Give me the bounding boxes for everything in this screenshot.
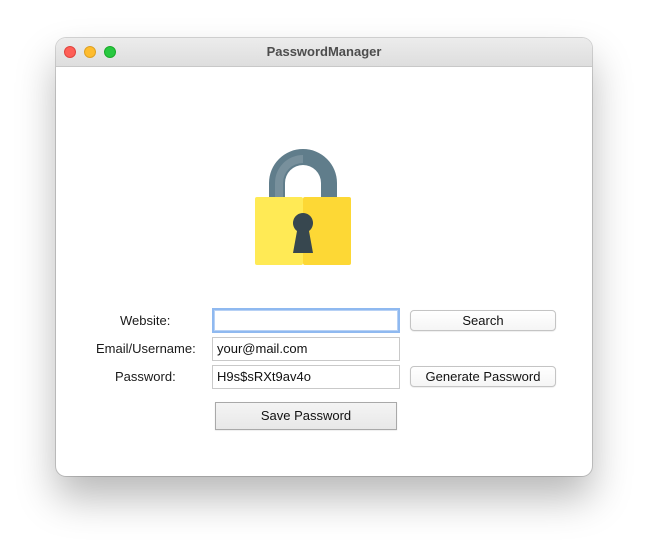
website-label: Website:: [120, 313, 171, 328]
email-username-input[interactable]: your@mail.com: [212, 337, 400, 361]
padlock-icon: [255, 149, 351, 265]
generate-password-button[interactable]: Generate Password: [410, 366, 556, 387]
title-bar[interactable]: PasswordManager: [56, 38, 592, 67]
password-label: Password:: [115, 369, 176, 384]
password-input[interactable]: H9s$sRXt9av4o: [212, 365, 400, 389]
website-input[interactable]: [212, 308, 400, 333]
window-title: PasswordManager: [266, 44, 382, 59]
app-window: PasswordManager Website: Search Email/Us…: [56, 38, 592, 476]
main-content: Website: Search Email/Username: your@mai…: [56, 67, 592, 476]
search-button[interactable]: Search: [410, 310, 556, 331]
save-password-button[interactable]: Save Password: [215, 402, 397, 430]
padlock-body-right: [303, 197, 351, 265]
padlock-body-left: [255, 197, 303, 265]
email-username-label: Email/Username:: [96, 341, 196, 356]
